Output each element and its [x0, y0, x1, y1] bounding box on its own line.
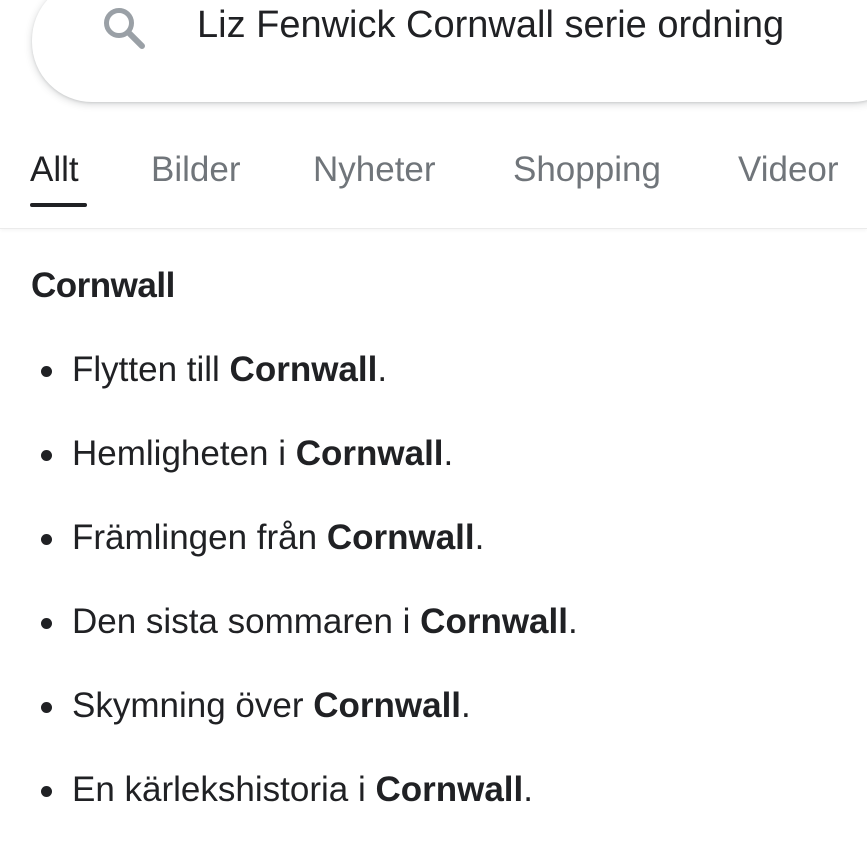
list-item-prefix: Skymning över	[72, 686, 314, 725]
list-item-prefix: Flytten till	[72, 350, 230, 389]
result-heading: Cornwall	[31, 266, 175, 305]
search-results-page: Liz Fenwick Cornwall serie ordning Allt …	[0, 0, 867, 867]
tab-images[interactable]: Bilder	[151, 148, 240, 192]
tab-news[interactable]: Nyheter	[313, 148, 436, 192]
list-item-text: Hemligheten i Cornwall.	[72, 426, 453, 482]
list-item-suffix: .	[567, 602, 578, 641]
bullet-point	[41, 366, 52, 377]
list-item-prefix: Främlingen från	[72, 518, 327, 557]
list-item: Främlingen från Cornwall.	[0, 510, 867, 594]
list-item-bold: Cornwall	[229, 350, 378, 389]
list-item-suffix: .	[443, 434, 454, 473]
bullet-point	[41, 450, 52, 461]
bullet-point	[41, 786, 52, 797]
bullet-point	[41, 618, 52, 629]
list-item-prefix: En kärlekshistoria i	[72, 770, 376, 809]
list-item-bold: Cornwall	[375, 770, 524, 809]
list-item-text: Flytten till Cornwall.	[72, 342, 387, 398]
list-item-bold: Cornwall	[420, 602, 568, 641]
list-item-suffix: .	[523, 770, 533, 809]
search-bar[interactable]: Liz Fenwick Cornwall serie ordning	[32, 0, 867, 102]
list-item-text: Främlingen från Cornwall.	[72, 510, 484, 566]
search-icon[interactable]	[98, 2, 150, 54]
list-item-text: En kärlekshistoria i Cornwall.	[72, 762, 533, 818]
list-item-bold: Cornwall	[295, 434, 444, 473]
tab-videos[interactable]: Videor	[738, 148, 839, 192]
list-item-prefix: Den sista sommaren i	[72, 602, 421, 641]
tab-shopping[interactable]: Shopping	[513, 148, 661, 192]
tab-all[interactable]: Allt	[30, 148, 79, 192]
bullet-point	[41, 702, 52, 713]
search-tabs: Allt Bilder Nyheter Shopping Videor	[0, 130, 867, 229]
list-item: Flytten till Cornwall.	[0, 342, 867, 426]
list-item: Skymning över Cornwall.	[0, 678, 867, 762]
list-item-suffix: .	[377, 350, 388, 389]
bullet-point	[41, 534, 52, 545]
search-input[interactable]: Liz Fenwick Cornwall serie ordning	[197, 0, 784, 50]
active-tab-indicator	[30, 203, 87, 207]
list-item: En kärlekshistoria i Cornwall.	[0, 762, 867, 846]
list-item-suffix: .	[461, 686, 471, 725]
list-item-bold: Cornwall	[313, 686, 462, 725]
list-item-bold: Cornwall	[326, 518, 475, 557]
list-item-text: Skymning över Cornwall.	[72, 678, 471, 734]
list-item: Den sista sommaren i Cornwall.	[0, 594, 867, 678]
list-item-prefix: Hemligheten i	[72, 434, 296, 473]
result-list: Flytten till Cornwall. Hemligheten i Cor…	[0, 342, 867, 846]
list-item-text: Den sista sommaren i Cornwall.	[72, 594, 578, 650]
list-item-suffix: .	[474, 518, 485, 557]
list-item: Hemligheten i Cornwall.	[0, 426, 867, 510]
